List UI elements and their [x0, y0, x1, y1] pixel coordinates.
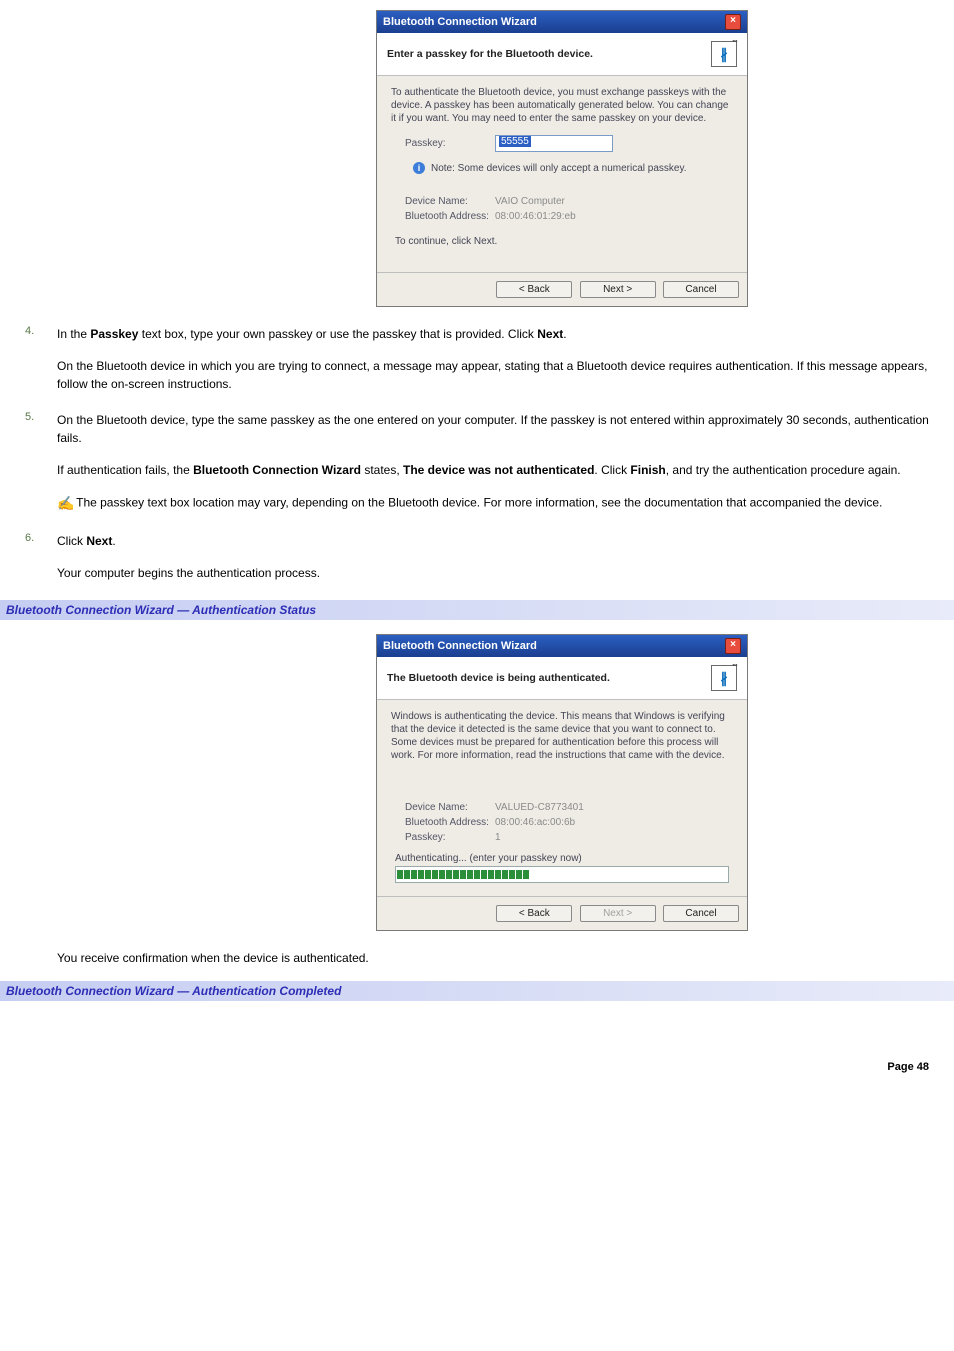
hand-pencil-icon: ✍	[57, 493, 73, 514]
step-4: 4. In the Passkey text box, type your ow…	[25, 325, 929, 393]
passkey-label: Passkey:	[405, 138, 495, 149]
step-4-para2: On the Bluetooth device in which you are…	[57, 357, 929, 393]
step-5-para2: If authentication fails, the Bluetooth C…	[57, 461, 929, 479]
confirmation-text: You receive confirmation when the device…	[57, 949, 929, 967]
wizard-auth-screenshot: Bluetooth Connection Wizard × The Blueto…	[195, 634, 929, 931]
title-bar: Bluetooth Connection Wizard ×	[377, 11, 747, 33]
device-name-value: VALUED-C8773401	[495, 802, 584, 813]
note-row: i Note: Some devices will only accept a …	[413, 162, 733, 174]
step-6: 6. Click Next. Your computer begins the …	[25, 532, 929, 582]
window-title: Bluetooth Connection Wizard	[383, 640, 537, 652]
bt-address-row: Bluetooth Address: 08:00:46:ac:00:6b	[405, 817, 733, 828]
wizard-body: Windows is authenticating the device. Th…	[377, 700, 747, 896]
step-6-text: Click Next.	[57, 532, 929, 550]
step-4-text: In the Passkey text box, type your own p…	[57, 325, 929, 343]
note-text: Note: Some devices will only accept a nu…	[431, 163, 686, 174]
passkey-row: Passkey: 55555	[405, 135, 733, 152]
passkey-value: 1	[495, 832, 501, 843]
device-name-row: Device Name: VALUED-C8773401	[405, 802, 733, 813]
bt-address-label: Bluetooth Address:	[405, 817, 495, 828]
wizard-footer: < Back Next > Cancel	[377, 896, 747, 930]
wizard-window: Bluetooth Connection Wizard × The Blueto…	[376, 634, 748, 931]
bt-address-value: 08:00:46:ac:00:6b	[495, 817, 575, 828]
step-5-note: ✍ The passkey text box location may vary…	[57, 493, 929, 514]
close-icon[interactable]: ×	[725, 14, 741, 30]
step-5: 5. On the Bluetooth device, type the sam…	[25, 411, 929, 514]
passkey-row: Passkey: 1	[405, 832, 733, 843]
section-heading-auth-status: Bluetooth Connection Wizard — Authentica…	[0, 600, 954, 620]
wizard-footer: < Back Next > Cancel	[377, 272, 747, 306]
back-button[interactable]: < Back	[496, 281, 572, 298]
device-name-value: VAIO Computer	[495, 196, 565, 207]
bluetooth-icon: ∦™	[711, 665, 737, 691]
page-footer: Page 48	[25, 1061, 929, 1073]
step-number: 4.	[25, 325, 34, 337]
cancel-button[interactable]: Cancel	[663, 281, 739, 298]
wizard-passkey-screenshot: Bluetooth Connection Wizard × Enter a pa…	[195, 10, 929, 307]
step-number: 5.	[25, 411, 34, 423]
device-name-label: Device Name:	[405, 196, 495, 207]
instruction-list: 4. In the Passkey text box, type your ow…	[25, 325, 929, 582]
cancel-button[interactable]: Cancel	[663, 905, 739, 922]
window-title: Bluetooth Connection Wizard	[383, 16, 537, 28]
bt-address-label: Bluetooth Address:	[405, 211, 495, 222]
next-button: Next >	[580, 905, 656, 922]
explain-text: Windows is authenticating the device. Th…	[391, 710, 733, 762]
progress-bar	[395, 866, 729, 883]
bluetooth-icon: ∦™	[711, 41, 737, 67]
section-heading-auth-completed: Bluetooth Connection Wizard — Authentica…	[0, 981, 954, 1001]
wizard-window: Bluetooth Connection Wizard × Enter a pa…	[376, 10, 748, 307]
step-number: 6.	[25, 532, 34, 544]
close-icon[interactable]: ×	[725, 638, 741, 654]
wizard-header: Enter a passkey for the Bluetooth device…	[377, 33, 747, 76]
info-icon: i	[413, 162, 425, 174]
passkey-input[interactable]: 55555	[495, 135, 613, 152]
continue-text: To continue, click Next.	[395, 236, 733, 247]
passkey-label: Passkey:	[405, 832, 495, 843]
wizard-header-text: Enter a passkey for the Bluetooth device…	[387, 48, 593, 60]
wizard-header: The Bluetooth device is being authentica…	[377, 657, 747, 700]
step-5-para1: On the Bluetooth device, type the same p…	[57, 411, 929, 447]
bt-address-value: 08:00:46:01:29:eb	[495, 211, 576, 222]
explain-text: To authenticate the Bluetooth device, yo…	[391, 86, 733, 125]
authenticating-text: Authenticating... (enter your passkey no…	[395, 853, 733, 864]
wizard-body: To authenticate the Bluetooth device, yo…	[377, 76, 747, 272]
device-name-row: Device Name: VAIO Computer	[405, 196, 733, 207]
device-name-label: Device Name:	[405, 802, 495, 813]
title-bar: Bluetooth Connection Wizard ×	[377, 635, 747, 657]
next-button[interactable]: Next >	[580, 281, 656, 298]
step-6-para2: Your computer begins the authentication …	[57, 564, 929, 582]
bt-address-row: Bluetooth Address: 08:00:46:01:29:eb	[405, 211, 733, 222]
wizard-header-text: The Bluetooth device is being authentica…	[387, 672, 610, 684]
back-button[interactable]: < Back	[496, 905, 572, 922]
